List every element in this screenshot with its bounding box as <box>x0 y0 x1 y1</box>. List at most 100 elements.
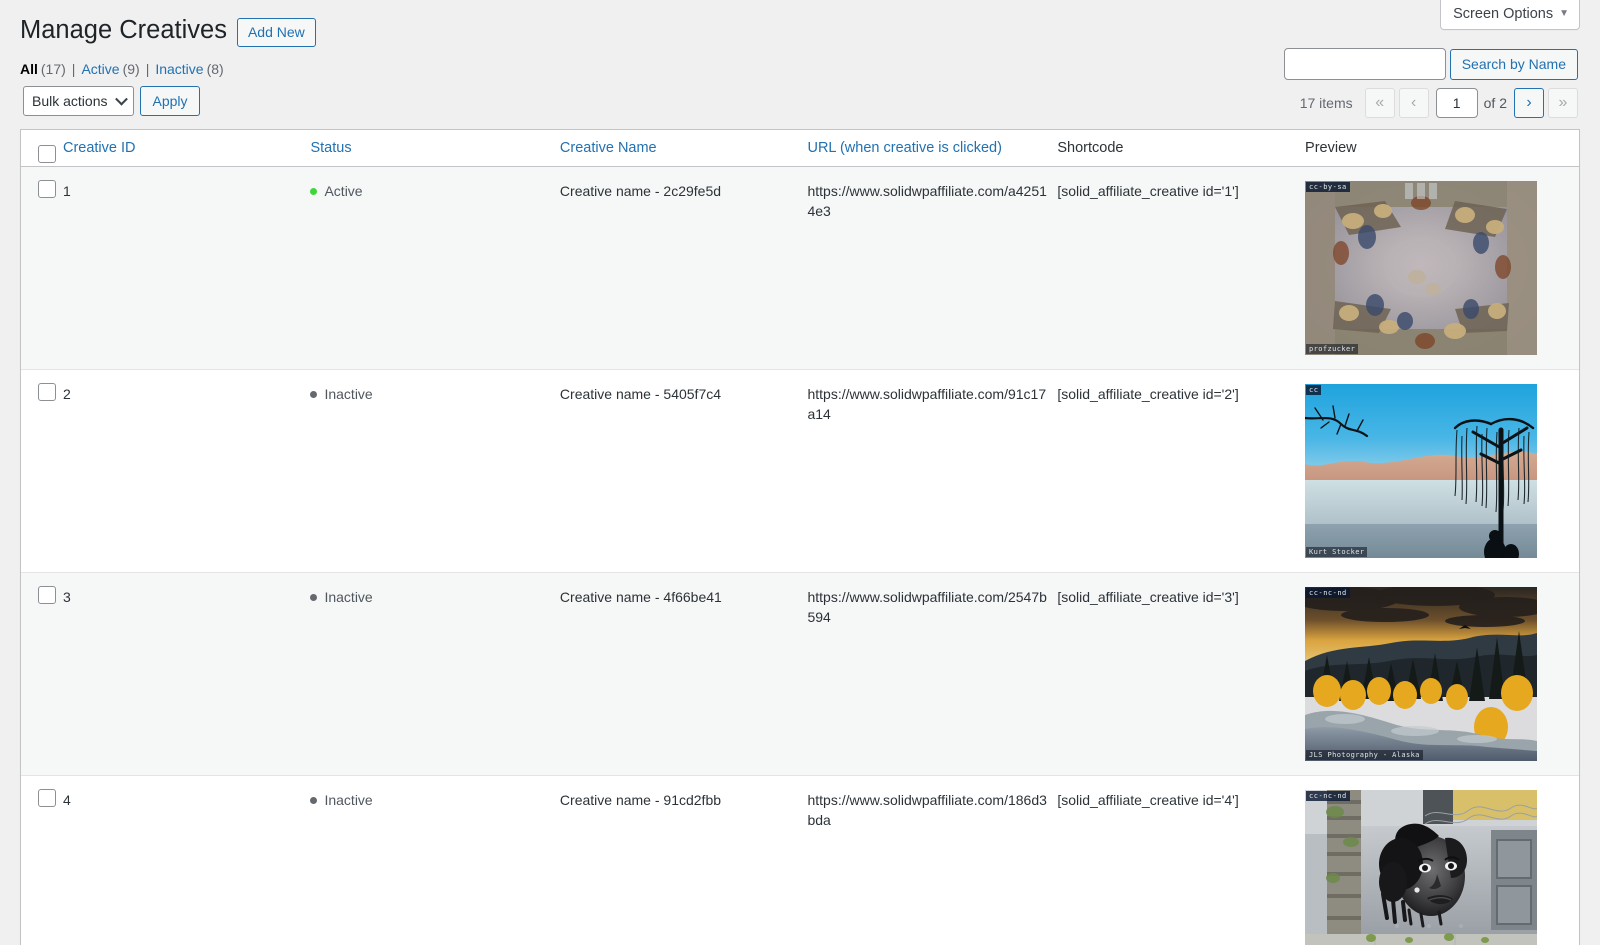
status-dot-icon <box>310 187 318 195</box>
preview-license-tag: cc-nc-nd <box>1306 791 1350 802</box>
fresco-illustration <box>1305 181 1538 355</box>
search-submit-button[interactable]: Search by Name <box>1449 48 1578 80</box>
cell-creative-name: Creative name - 2c29fe5d <box>559 167 808 369</box>
preview-thumbnail: cc-nc-nd JLS Photography - Alaska <box>1305 587 1538 761</box>
pagination-total-pages: of 2 <box>1483 95 1507 111</box>
cell-preview: cc-nc-nd Adrian Forsyth <box>1305 775 1579 945</box>
cell-creative-name: Creative name - 4f66be41 <box>559 572 808 775</box>
row-select-cell <box>21 369 63 572</box>
status-dot-icon <box>310 390 318 398</box>
table-row: 4 Inactive Creative name - 91cd2fbb http… <box>21 775 1579 945</box>
preview-license-tag: cc-by-sa <box>1306 182 1350 193</box>
pagination-next-button[interactable]: › <box>1514 88 1544 118</box>
search-box: Search by Name <box>1283 48 1578 80</box>
row-select-cell <box>21 775 63 945</box>
table-row: 3 Inactive Creative name - 4f66be41 http… <box>21 572 1579 775</box>
admin-page: Screen Options ▼ Manage Creatives Add Ne… <box>0 0 1600 945</box>
cell-creative-name: Creative name - 91cd2fbb <box>559 775 808 945</box>
cell-shortcode: [solid_affiliate_creative id='2'] <box>1057 369 1306 572</box>
row-checkbox[interactable] <box>38 789 56 808</box>
column-sort-link-url[interactable]: URL (when creative is clicked) <box>807 140 1001 156</box>
cell-creative-name: Creative name - 5405f7c4 <box>559 369 808 572</box>
column-header-creative-id[interactable]: Creative ID <box>62 130 311 167</box>
cell-url: https://www.solidwpaffiliate.com/186d3bd… <box>807 775 1058 945</box>
cell-url: https://www.solidwpaffiliate.com/2547b59… <box>807 572 1058 775</box>
row-select-cell <box>21 167 63 369</box>
view-count-all: (17) <box>40 61 66 77</box>
view-item-active: Active (9) | <box>81 59 155 79</box>
cell-url: https://www.solidwpaffiliate.com/a42514e… <box>807 167 1058 369</box>
bulk-actions-select[interactable]: Bulk actions <box>23 86 135 116</box>
chevron-down-icon <box>115 92 129 106</box>
view-count-active: (9) <box>122 61 140 77</box>
status-label: Inactive <box>324 792 373 808</box>
view-item-inactive: Inactive (8) <box>155 59 223 79</box>
screen-options-label: Screen Options <box>1453 6 1554 22</box>
preview-thumbnail: cc-nc-nd Adrian Forsyth <box>1305 790 1538 945</box>
cell-preview: cc Kurt Stocker <box>1305 369 1579 572</box>
cell-shortcode: [solid_affiliate_creative id='4'] <box>1057 775 1306 945</box>
column-header-preview: Preview <box>1305 130 1579 167</box>
column-sort-link-creative-name[interactable]: Creative Name <box>560 140 657 156</box>
pagination-prev-button[interactable]: ‹ <box>1398 88 1429 118</box>
screen-meta-links: Screen Options ▼ <box>1440 0 1580 30</box>
cell-shortcode: [solid_affiliate_creative id='1'] <box>1057 167 1306 369</box>
view-link-inactive[interactable]: Inactive <box>155 59 203 79</box>
preview-license-tag: cc <box>1306 385 1322 396</box>
cell-shortcode: [solid_affiliate_creative id='3'] <box>1057 572 1306 775</box>
pagination-items-count: 17 items <box>1299 95 1353 111</box>
status-dot-icon <box>310 796 318 804</box>
cell-creative-id: 1 <box>62 167 311 369</box>
table-body: 1 Active Creative name - 2c29fe5d https:… <box>21 167 1579 945</box>
page-heading-row: Manage Creatives Add New <box>20 14 316 47</box>
cell-creative-id: 4 <box>62 775 311 945</box>
status-label: Inactive <box>324 386 373 402</box>
preview-credit: Kurt Stocker <box>1306 546 1368 557</box>
page-title: Manage Creatives <box>20 16 227 44</box>
table-head: Creative ID Status Creative Name URL (wh… <box>21 130 1579 167</box>
column-header-url[interactable]: URL (when creative is clicked) <box>807 130 1058 167</box>
view-separator: | <box>145 61 150 77</box>
status-dot-icon <box>310 593 318 601</box>
preview-license-tag: cc-nc-nd <box>1306 588 1350 599</box>
row-checkbox[interactable] <box>38 180 56 199</box>
row-select-cell <box>21 572 63 775</box>
column-sort-link-creative-id[interactable]: Creative ID <box>63 140 136 156</box>
cell-creative-id: 3 <box>62 572 311 775</box>
table-row: 2 Inactive Creative name - 5405f7c4 http… <box>21 369 1579 572</box>
cell-preview: cc-nc-nd JLS Photography - Alaska <box>1305 572 1579 775</box>
pagination-last-button[interactable]: » <box>1548 88 1578 118</box>
column-header-status[interactable]: Status <box>310 130 560 167</box>
select-all-header <box>21 130 63 167</box>
preview-credit: profzucker <box>1306 343 1359 354</box>
table-header-row: Creative ID Status Creative Name URL (wh… <box>21 130 1579 167</box>
lake-willow-illustration <box>1305 384 1538 558</box>
preview-thumbnail: cc-by-sa profzucker <box>1305 181 1538 355</box>
add-new-button[interactable]: Add New <box>236 18 316 47</box>
screen-options-button[interactable]: Screen Options ▼ <box>1440 0 1580 30</box>
cell-creative-id: 2 <box>62 369 311 572</box>
row-checkbox[interactable] <box>38 586 56 605</box>
bulk-actions-group: Bulk actions Apply <box>23 86 200 116</box>
search-input[interactable] <box>1283 48 1446 80</box>
apply-button[interactable]: Apply <box>140 86 200 116</box>
caret-down-icon: ▼ <box>1559 8 1569 19</box>
view-link-all[interactable]: All <box>20 59 38 79</box>
pagination-current-page-input[interactable] <box>1435 88 1478 118</box>
cell-url: https://www.solidwpaffiliate.com/91c17a1… <box>807 369 1058 572</box>
view-link-active[interactable]: Active <box>81 59 119 79</box>
column-header-creative-name[interactable]: Creative Name <box>559 130 808 167</box>
cell-status: Active <box>310 167 560 369</box>
view-separator: | <box>71 61 76 77</box>
pagination-first-button[interactable]: « <box>1364 88 1395 118</box>
status-label: Inactive <box>324 589 373 605</box>
select-all-checkbox[interactable] <box>38 145 56 163</box>
preview-credit: JLS Photography - Alaska <box>1306 749 1423 760</box>
column-header-shortcode: Shortcode <box>1057 130 1306 167</box>
cell-preview: cc-by-sa profzucker <box>1305 167 1579 369</box>
alaska-sunset-illustration <box>1305 587 1538 761</box>
bulk-actions-value: Bulk actions <box>32 93 108 109</box>
table-row: 1 Active Creative name - 2c29fe5d https:… <box>21 167 1579 369</box>
column-sort-link-status[interactable]: Status <box>310 140 351 156</box>
row-checkbox[interactable] <box>38 383 56 402</box>
